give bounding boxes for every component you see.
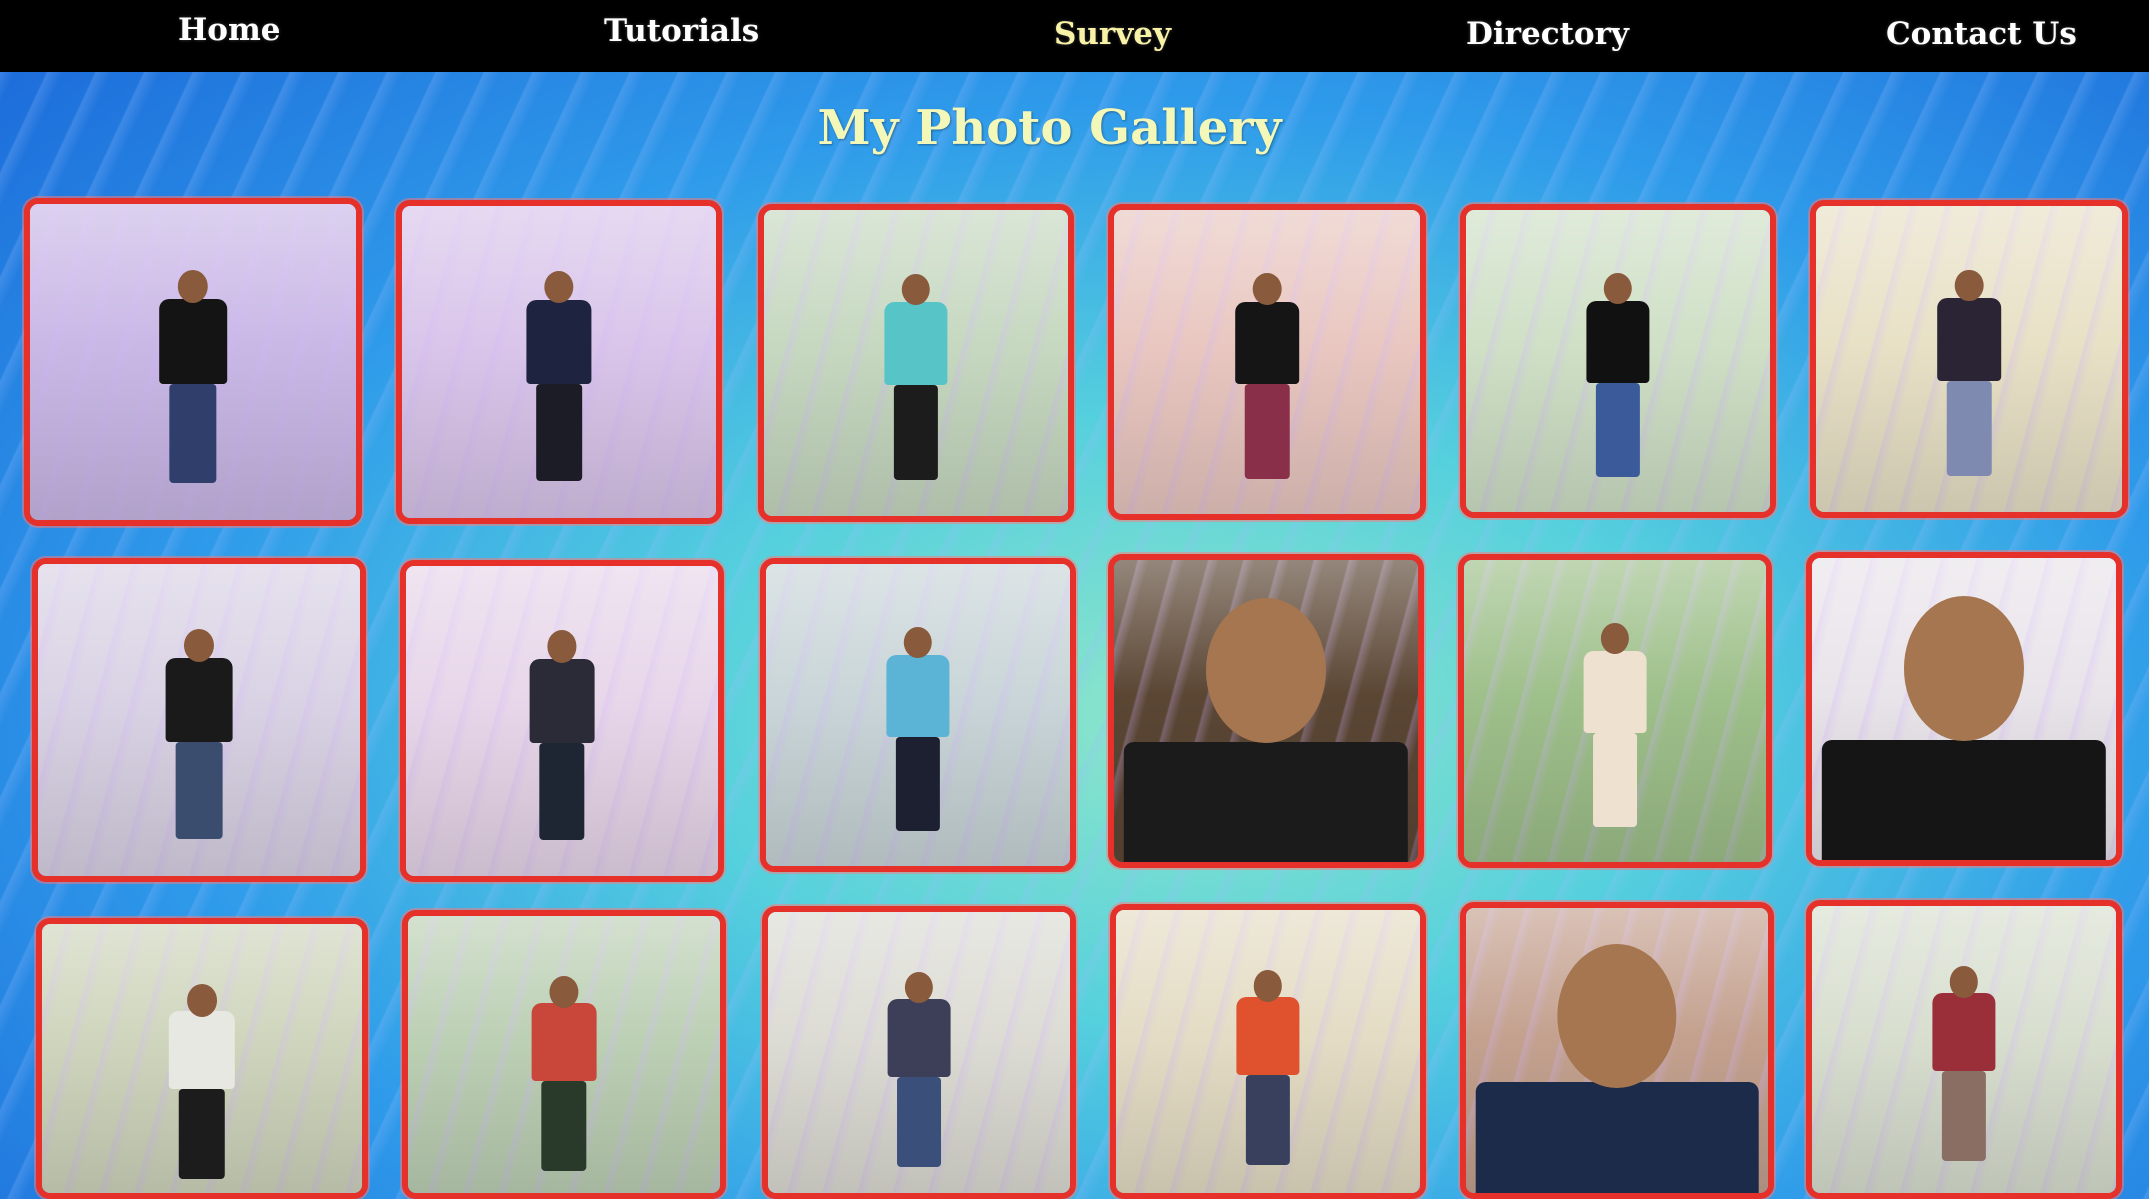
person-legs	[1946, 380, 1992, 477]
person-torso	[887, 999, 951, 1077]
gallery-photo[interactable]	[762, 906, 1076, 1199]
person-torso	[531, 1003, 597, 1081]
person-head	[1903, 595, 2025, 742]
person-legs	[169, 384, 217, 483]
person-legs	[541, 1081, 587, 1171]
gallery-photo[interactable]	[1460, 902, 1774, 1199]
person-legs	[893, 384, 939, 481]
person-legs	[897, 1077, 941, 1167]
person-head	[187, 984, 217, 1018]
person-head	[1557, 944, 1677, 1089]
person-head	[1252, 273, 1282, 305]
gallery-photo[interactable]	[760, 558, 1076, 872]
person-legs	[1244, 383, 1290, 479]
person-torso	[1583, 651, 1647, 733]
gallery-photo[interactable]	[36, 918, 368, 1199]
person-torso	[165, 657, 233, 743]
gallery-photo[interactable]	[1108, 204, 1426, 520]
person-head	[1954, 269, 1984, 302]
person-torso	[159, 299, 227, 385]
person-legs	[1595, 382, 1641, 477]
photo-gallery-grid	[0, 0, 2149, 1199]
person-torso	[168, 1011, 236, 1089]
person-torso	[1937, 298, 2001, 381]
person-head	[1205, 597, 1327, 744]
person-torso	[884, 302, 948, 385]
gallery-photo[interactable]	[24, 198, 362, 526]
person-legs	[175, 742, 223, 840]
person-torso	[1236, 997, 1300, 1075]
gallery-photo[interactable]	[1810, 200, 2128, 518]
person-legs	[1593, 732, 1637, 827]
person-torso	[529, 659, 595, 744]
person-torso	[1821, 740, 2107, 860]
person-legs	[1245, 1075, 1291, 1165]
person-torso	[1475, 1082, 1759, 1193]
gallery-photo[interactable]	[1110, 904, 1426, 1199]
gallery-photo[interactable]	[1460, 204, 1776, 518]
person-torso	[1586, 301, 1650, 383]
gallery-photo[interactable]	[32, 558, 366, 882]
gallery-photo[interactable]	[1806, 900, 2122, 1199]
person-torso	[886, 655, 950, 737]
gallery-photo[interactable]	[1806, 552, 2122, 866]
gallery-photo[interactable]	[400, 560, 724, 882]
gallery-photo[interactable]	[402, 910, 726, 1199]
gallery-photo[interactable]	[1108, 554, 1424, 868]
person-head	[1603, 272, 1633, 305]
gallery-photo[interactable]	[1458, 554, 1772, 868]
person-head	[177, 269, 209, 304]
person-torso	[1932, 993, 1996, 1071]
person-legs	[178, 1089, 226, 1179]
person-torso	[1123, 742, 1409, 862]
person-torso	[1235, 301, 1299, 384]
person-head	[544, 270, 574, 304]
person-head	[1949, 966, 1979, 998]
person-torso	[526, 299, 592, 385]
person-head	[903, 626, 933, 659]
person-legs	[1941, 1071, 1987, 1161]
person-legs	[539, 743, 585, 840]
person-head	[901, 273, 931, 306]
person-legs	[536, 384, 582, 482]
person-legs	[895, 736, 941, 831]
gallery-photo[interactable]	[396, 200, 722, 524]
gallery-photo[interactable]	[758, 204, 1074, 522]
person-head	[1253, 970, 1283, 1002]
